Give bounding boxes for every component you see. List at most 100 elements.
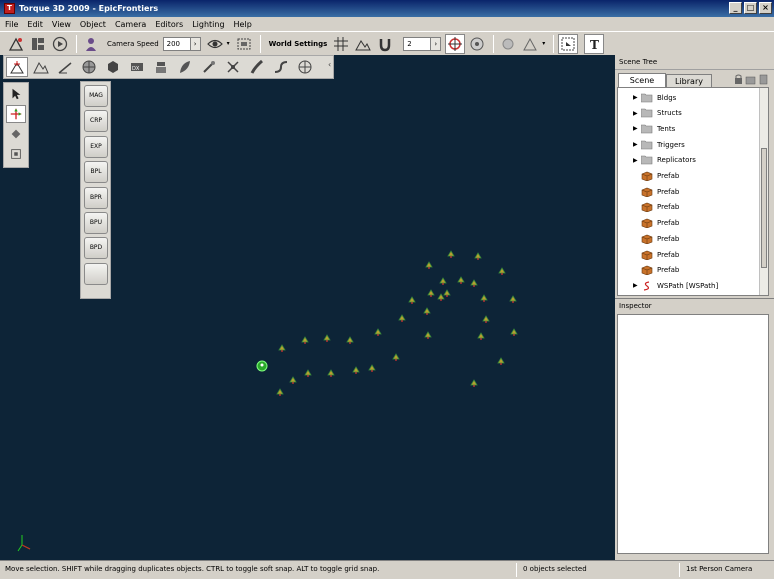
move-tool-icon[interactable] <box>6 105 26 123</box>
expand-arrow-icon[interactable]: ▶ <box>633 110 641 117</box>
datablock-editor-icon[interactable] <box>150 57 172 77</box>
scene-object-marker[interactable] <box>510 328 518 335</box>
tree-item[interactable]: Prefab <box>618 169 758 184</box>
scene-tree[interactable]: ▶ Bldgs ▶ Structs ▶ Tents ▶ Triggers ▶ Replicator… <box>617 87 769 296</box>
folder-add-icon[interactable] <box>745 76 756 85</box>
tree-item[interactable]: Prefab <box>618 184 758 199</box>
visibility-eye-icon[interactable] <box>205 34 225 54</box>
scene-object-marker[interactable] <box>327 369 335 376</box>
mesh-editor-icon[interactable] <box>102 57 124 77</box>
tree-item[interactable]: Prefab <box>618 231 758 246</box>
bpd-button[interactable]: BPD <box>84 237 108 260</box>
camera-speed-field[interactable]: 200 › <box>162 36 201 51</box>
scene-object-marker[interactable] <box>480 294 488 301</box>
bpu-button[interactable]: BPU <box>84 211 108 234</box>
scene-object-marker[interactable] <box>323 334 331 341</box>
scene-object-marker[interactable] <box>498 267 506 274</box>
delete-icon[interactable] <box>759 74 768 85</box>
particle-editor-icon[interactable] <box>198 57 220 77</box>
scene-object-marker[interactable] <box>443 289 451 296</box>
mag-button[interactable]: MAG <box>84 85 108 107</box>
menu-file[interactable]: File <box>0 20 22 29</box>
grid-snap-icon[interactable] <box>331 34 351 54</box>
scene-object-marker[interactable] <box>304 369 312 376</box>
menu-edit[interactable]: Edit <box>22 20 47 29</box>
scene-object-marker[interactable] <box>447 250 455 257</box>
terrain-snap-icon[interactable] <box>353 34 373 54</box>
tree-item[interactable]: Prefab <box>618 247 758 262</box>
scene-object-marker[interactable] <box>346 336 354 343</box>
scene-object-marker[interactable] <box>392 353 400 360</box>
decal-editor-icon[interactable]: DX <box>126 57 148 77</box>
forest-editor-icon[interactable] <box>174 57 196 77</box>
exp-button[interactable]: EXP <box>84 135 108 158</box>
rotate-tool-icon[interactable] <box>6 125 26 143</box>
scene-object-marker[interactable] <box>439 277 447 284</box>
scene-object-marker[interactable] <box>470 379 478 386</box>
tree-item[interactable]: Prefab <box>618 200 758 215</box>
world-settings-label[interactable]: World Settings <box>269 40 328 48</box>
scene-object-marker[interactable] <box>482 315 490 322</box>
object-snap-icon[interactable] <box>445 33 466 54</box>
snap-size-field[interactable]: 2 › <box>403 36 442 51</box>
scale-tool-icon[interactable] <box>6 145 26 163</box>
lock-icon[interactable] <box>735 74 742 84</box>
scene-object-marker[interactable] <box>427 289 435 296</box>
navmesh-editor-icon[interactable] <box>294 57 316 77</box>
transform-icon[interactable] <box>520 34 540 54</box>
scene-object-marker[interactable] <box>470 279 478 286</box>
play-game-icon[interactable] <box>50 34 70 54</box>
shape-editor-icon[interactable] <box>222 57 244 77</box>
scene-object-marker[interactable] <box>457 276 465 283</box>
bpr-button[interactable]: BPR <box>84 186 108 209</box>
camera-icon[interactable] <box>81 34 101 54</box>
tree-item[interactable]: ▶ Replicators <box>618 153 758 168</box>
scene-object-marker[interactable] <box>477 332 485 339</box>
road-editor-icon[interactable] <box>246 57 268 77</box>
text-icon[interactable]: T <box>584 33 605 54</box>
menu-editors[interactable]: Editors <box>150 20 187 29</box>
scene-object-marker[interactable] <box>408 296 416 303</box>
select-arrow-icon[interactable] <box>6 85 26 103</box>
bounds-snap-icon[interactable] <box>467 34 487 54</box>
expand-arrow-icon[interactable]: ▶ <box>633 125 641 132</box>
tree-item[interactable]: ▶ Triggers <box>618 137 758 152</box>
menu-object[interactable]: Object <box>75 20 110 29</box>
maximize-button[interactable]: □ <box>744 2 757 14</box>
tree-item[interactable]: Prefab <box>618 216 758 231</box>
scene-object-marker[interactable] <box>424 331 432 338</box>
minimize-button[interactable]: _ <box>729 2 742 14</box>
tree-item[interactable]: ▶ Bldgs <box>618 90 758 105</box>
select-icon[interactable] <box>558 33 579 54</box>
scene-object-marker[interactable] <box>352 366 360 373</box>
scene-tree-scrollbar[interactable] <box>759 88 768 295</box>
object-editor-icon[interactable] <box>6 57 28 77</box>
close-button[interactable]: × <box>759 2 772 14</box>
scene-object-marker[interactable] <box>425 261 433 268</box>
world-editor-icon[interactable] <box>6 34 26 54</box>
material-editor-icon[interactable] <box>78 57 100 77</box>
tree-item[interactable]: ▶ WSPath [WSPath] <box>618 278 758 293</box>
chevron-down-icon[interactable]: ▾ <box>227 40 230 47</box>
bpl-button[interactable]: BPL <box>84 161 108 184</box>
expand-arrow-icon[interactable]: ▶ <box>633 282 641 289</box>
scene-object-marker[interactable] <box>301 336 309 343</box>
scene-object-marker[interactable] <box>423 307 431 314</box>
screenshot-icon[interactable] <box>234 34 254 54</box>
tree-item[interactable]: ▶ Structs <box>618 106 758 121</box>
tab-library[interactable]: Library <box>666 74 712 87</box>
tab-scene[interactable]: Scene <box>618 73 666 87</box>
gui-editor-icon[interactable] <box>28 34 48 54</box>
expand-arrow-icon[interactable]: ▶ <box>633 141 641 148</box>
scene-object-marker[interactable] <box>368 364 376 371</box>
scene-object-marker[interactable] <box>509 295 517 302</box>
scene-object-marker[interactable] <box>497 357 505 364</box>
expand-arrow-icon[interactable]: ▶ <box>633 157 641 164</box>
magnet-snap-icon[interactable] <box>375 34 395 54</box>
menu-view[interactable]: View <box>47 20 75 29</box>
scene-object-marker[interactable] <box>278 344 286 351</box>
scene-object-marker[interactable] <box>289 376 297 383</box>
menu-camera[interactable]: Camera <box>110 20 150 29</box>
chevron-right-icon[interactable]: › <box>430 37 441 50</box>
tree-item[interactable]: ▶ Tents <box>618 121 758 136</box>
